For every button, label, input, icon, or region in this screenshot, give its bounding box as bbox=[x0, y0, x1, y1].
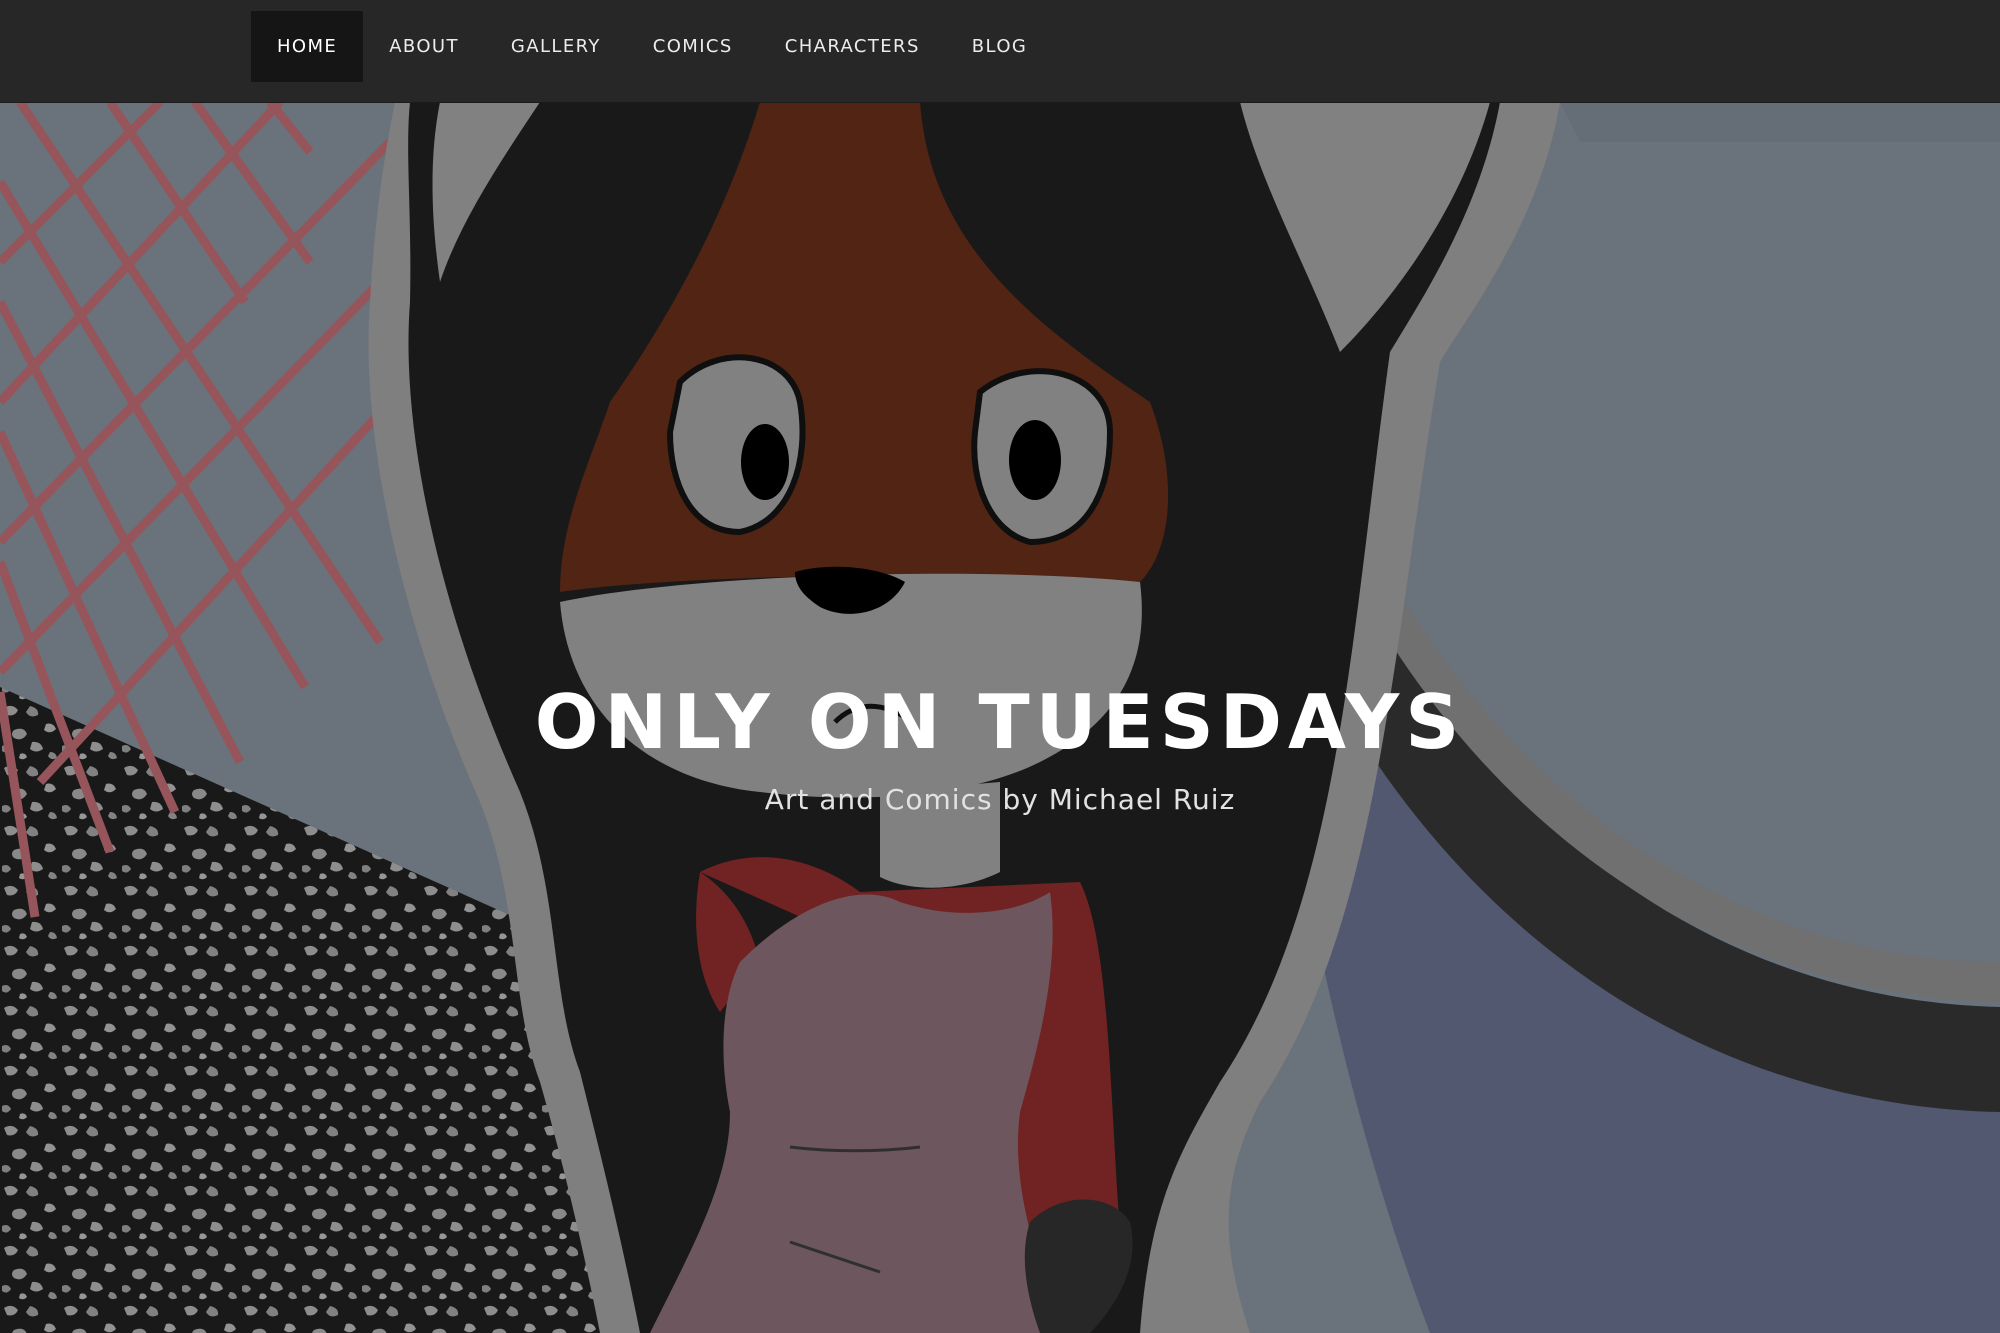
nav-item-characters[interactable]: CHARACTERS bbox=[759, 11, 946, 82]
site-title: ONLY ON TUESDAYS bbox=[534, 678, 1466, 766]
main-menu: HOME ABOUT GALLERY COMICS CHARACTERS BLO… bbox=[251, 11, 1053, 82]
nav-item-home[interactable]: HOME bbox=[251, 11, 364, 82]
page: HOME ABOUT GALLERY COMICS CHARACTERS BLO… bbox=[0, 0, 2000, 1333]
top-navbar: HOME ABOUT GALLERY COMICS CHARACTERS BLO… bbox=[0, 0, 2000, 103]
nav-item-gallery[interactable]: GALLERY bbox=[485, 11, 627, 82]
site-tagline: Art and Comics by Michael Ruiz bbox=[764, 783, 1236, 816]
nav-item-about[interactable]: ABOUT bbox=[363, 11, 485, 82]
nav-item-blog[interactable]: BLOG bbox=[946, 11, 1053, 82]
nav-item-comics[interactable]: COMICS bbox=[627, 11, 759, 82]
hero-banner: ONLY ON TUESDAYS Art and Comics by Micha… bbox=[0, 102, 2000, 1333]
